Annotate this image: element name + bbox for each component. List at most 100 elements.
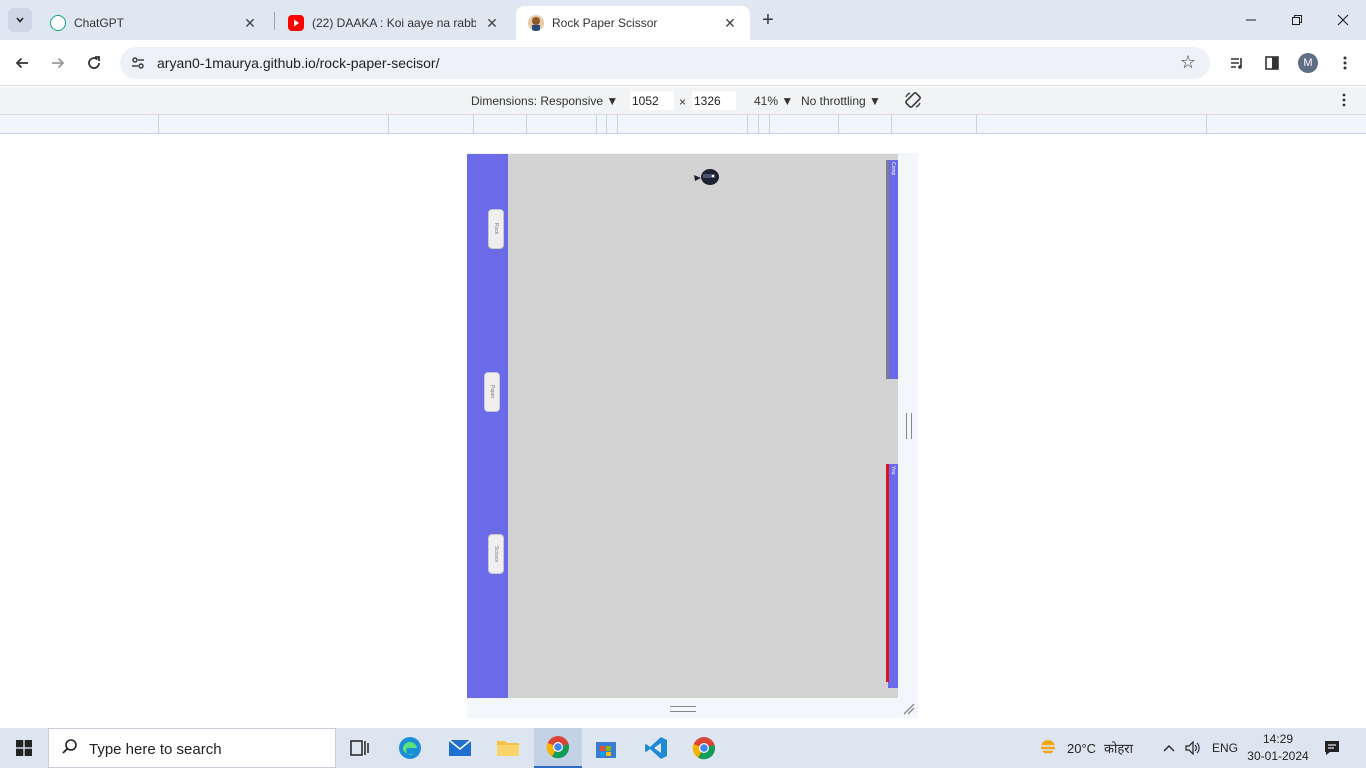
chatgpt-icon — [50, 15, 66, 31]
close-icon[interactable]: ✕ — [722, 15, 738, 32]
side-panel-icon[interactable] — [1261, 52, 1283, 74]
player-health-bar: You — [888, 464, 898, 688]
ruler-tick — [769, 115, 770, 134]
address-bar[interactable]: aryan0-1maurya.github.io/rock-paper-seci… — [120, 47, 1210, 79]
ruler-tick — [606, 115, 607, 134]
ruler-tick — [617, 115, 618, 134]
ruler-tick — [473, 115, 474, 134]
restore-icon — [1292, 15, 1302, 25]
ruler-tick — [747, 115, 748, 134]
tab-title: Rock Paper Scissor — [552, 16, 658, 30]
ruler-tick — [596, 115, 597, 134]
search-placeholder: Type here to search — [89, 741, 222, 758]
chevron-up-icon — [1163, 745, 1175, 752]
zoom-dropdown[interactable]: 41% ▼ — [754, 94, 793, 108]
rotate-icon[interactable] — [904, 91, 922, 112]
taskbar-search-box[interactable]: Type here to search — [48, 728, 336, 768]
weather-widget[interactable]: 20°C कोहरा — [1036, 728, 1133, 768]
dimensions-dropdown[interactable]: Dimensions: Responsive ▼ — [471, 94, 618, 108]
taskbar-store[interactable] — [582, 728, 630, 768]
vscode-icon — [645, 737, 667, 759]
mail-icon — [448, 739, 472, 756]
bookmark-star-icon[interactable]: ☆ — [1180, 52, 1196, 73]
search-icon — [61, 738, 79, 761]
arrow-left-icon — [15, 57, 28, 69]
tab-search-button[interactable] — [8, 8, 32, 32]
caret-down-icon: ▼ — [606, 94, 619, 108]
windows-logo-icon — [16, 740, 32, 756]
dimensions-label: Dimensions: Responsive — [471, 94, 604, 108]
taskbar-mail[interactable] — [436, 728, 484, 768]
throttling-dropdown[interactable]: No throttling ▼ — [801, 94, 881, 108]
notification-center-button[interactable] — [1320, 736, 1344, 760]
url-text[interactable]: aryan0-1maurya.github.io/rock-paper-seci… — [157, 55, 439, 71]
taskbar-clock[interactable]: 14:29 30-01-2024 — [1242, 731, 1314, 765]
chevron-down-icon — [16, 17, 24, 23]
notification-icon — [1325, 741, 1339, 755]
youtube-icon — [288, 15, 304, 31]
start-button[interactable] — [0, 728, 48, 768]
clock-time: 14:29 — [1262, 732, 1294, 746]
show-hidden-icons-button[interactable] — [1162, 728, 1176, 768]
viewport-resize-corner-icon[interactable] — [902, 702, 916, 716]
taskbar-chrome-active[interactable] — [534, 728, 582, 768]
volume-button[interactable] — [1185, 728, 1201, 768]
zoom-label: 41% — [754, 94, 779, 108]
media-control-icon[interactable] — [1226, 52, 1248, 74]
close-window-button[interactable] — [1320, 0, 1366, 40]
taskbar-edge[interactable] — [386, 728, 434, 768]
ruler-tick — [976, 115, 977, 134]
computer-health-fill — [886, 160, 889, 379]
language-indicator[interactable]: ENG — [1212, 728, 1238, 768]
taskbar-file-explorer[interactable] — [484, 728, 532, 768]
reload-icon — [88, 56, 100, 69]
task-view-icon — [350, 740, 369, 756]
new-tab-button[interactable]: + — [756, 8, 780, 32]
height-input[interactable] — [692, 91, 736, 110]
chrome-icon — [692, 737, 716, 760]
profile-avatar[interactable]: M — [1298, 53, 1318, 73]
weather-condition: कोहरा — [1104, 741, 1133, 756]
player-label: You — [890, 466, 896, 475]
back-button[interactable] — [9, 50, 35, 76]
minimize-button[interactable] — [1228, 0, 1274, 40]
reload-button[interactable] — [81, 50, 107, 76]
tab-strip: ChatGPT ✕ (22) DAAKA : Koi aaye na rabba… — [0, 0, 1366, 40]
tab-youtube[interactable]: (22) DAAKA : Koi aaye na rabba ✕ — [276, 6, 512, 40]
tab-chatgpt[interactable]: ChatGPT ✕ — [38, 6, 270, 40]
restore-button[interactable] — [1274, 0, 1320, 40]
tab-rock-paper-scissor[interactable]: Rock Paper Scissor ✕ — [516, 6, 750, 40]
tab-title: (22) DAAKA : Koi aaye na rabba — [312, 16, 476, 30]
rock-button[interactable]: Rock — [488, 209, 504, 249]
media-query-bar[interactable] — [0, 115, 1366, 134]
store-icon — [596, 742, 616, 758]
paper-button[interactable]: Paper — [484, 372, 500, 412]
computer-health-bar: Comp — [888, 160, 898, 379]
close-icon[interactable]: ✕ — [242, 15, 258, 32]
taskbar-vscode[interactable] — [632, 728, 680, 768]
weather-temp: 20°C — [1067, 740, 1097, 756]
speaker-icon — [1185, 741, 1200, 755]
ruler-tick — [1206, 115, 1207, 134]
close-icon[interactable]: ✕ — [484, 15, 500, 32]
width-input[interactable] — [630, 91, 674, 110]
caret-down-icon: ▼ — [781, 94, 794, 108]
taskbar-chrome[interactable] — [680, 728, 728, 768]
viewport-resize-handle-right[interactable] — [906, 413, 912, 439]
arrow-right-icon — [52, 57, 65, 69]
task-view-button[interactable] — [336, 728, 384, 768]
game-page: Rock Paper Scissor Comp You — [467, 154, 898, 698]
computer-label: Comp — [890, 162, 896, 176]
kebab-menu-icon[interactable] — [1334, 52, 1356, 74]
browser-toolbar: aryan0-1maurya.github.io/rock-paper-seci… — [0, 40, 1366, 86]
scissor-button[interactable]: Scissor — [488, 534, 504, 574]
viewport-resize-handle-bottom[interactable] — [670, 706, 696, 712]
site-info-icon[interactable] — [130, 55, 146, 74]
close-icon — [1337, 14, 1349, 26]
device-toolbar-menu-icon[interactable] — [1342, 93, 1346, 110]
fog-weather-icon — [1037, 740, 1059, 755]
caret-down-icon: ▼ — [869, 94, 881, 108]
folder-icon — [497, 741, 519, 756]
forward-button[interactable] — [45, 50, 71, 76]
tab-title: ChatGPT — [74, 16, 125, 30]
